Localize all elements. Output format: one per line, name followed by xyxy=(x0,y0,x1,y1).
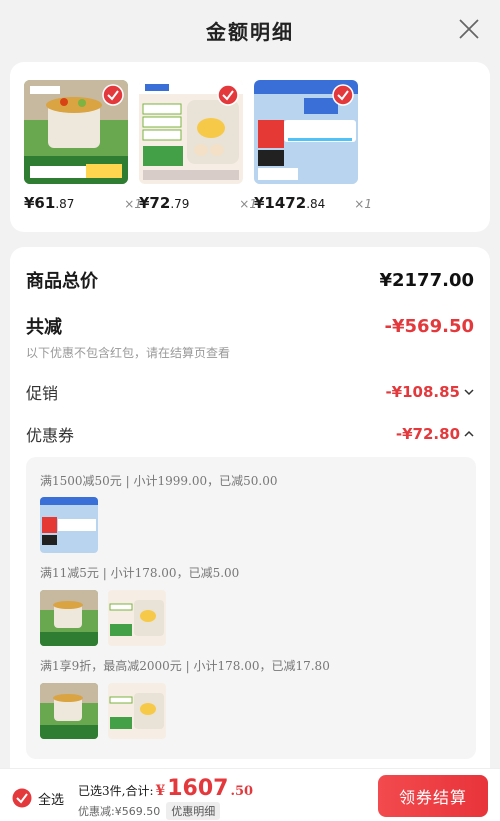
coupon-row[interactable]: 优惠券 -¥72.80 xyxy=(26,422,474,446)
promo-value: -¥108.85 xyxy=(385,383,460,401)
discount-detail-button[interactable]: 优惠明细 xyxy=(166,802,221,820)
total-currency: ¥ xyxy=(155,783,166,799)
product-item[interactable]: ¥72.79 ×1 xyxy=(139,80,257,212)
product-image-rice-cooker xyxy=(24,80,128,184)
close-icon[interactable] xyxy=(458,18,480,40)
discount-row: 共减 -¥569.50 xyxy=(26,313,474,339)
saved-amount: 优惠减:¥569.50 xyxy=(78,805,161,818)
discount-value: -¥569.50 xyxy=(384,315,474,337)
mini-image-egg-steamer xyxy=(108,590,166,646)
chevron-down-icon[interactable] xyxy=(464,388,474,396)
coupon-value: -¥72.80 xyxy=(395,425,460,443)
order-summary: 已选3件,合计: ¥ 1607 .50 优惠减:¥569.50 优惠明细 xyxy=(78,776,253,820)
product-price: ¥61.87 xyxy=(24,194,75,212)
product-item[interactable]: ¥1472.84 ×1 xyxy=(254,80,372,212)
total-label: 商品总价 xyxy=(26,271,98,292)
coupon-label: 优惠券 xyxy=(26,426,75,445)
checked-icon[interactable] xyxy=(217,84,239,106)
amount-details: 商品总价 ¥2177.00 共减 -¥569.50 以下优惠不包含红包，请在结算… xyxy=(10,247,490,787)
checked-icon[interactable] xyxy=(332,84,354,106)
checkout-bar: 全选 已选3件,合计: ¥ 1607 .50 优惠减:¥569.50 优惠明细 … xyxy=(0,768,500,821)
coupon-rule: 满11减5元 | 小计178.00，已减5.00 xyxy=(40,566,240,580)
product-price: ¥1472.84 xyxy=(254,194,326,212)
mini-image-air-conditioner xyxy=(40,497,98,553)
product-list: ¥61.87 ×1 ¥72.79 ×1 ¥1472.84 ×1 xyxy=(10,62,490,232)
total-row: 商品总价 ¥2177.00 xyxy=(26,267,474,293)
product-item[interactable]: ¥61.87 ×1 xyxy=(24,80,142,212)
mini-image-rice-cooker xyxy=(40,590,98,646)
mini-image-rice-cooker xyxy=(40,683,98,739)
modal-title: 金额明细 xyxy=(206,19,294,44)
product-qty: ×1 xyxy=(354,197,372,211)
coupon-rule: 满1享9折，最高减2000元 | 小计178.00，已减17.80 xyxy=(40,659,330,673)
checked-icon[interactable] xyxy=(12,788,32,808)
select-all-label: 全选 xyxy=(38,792,65,808)
total-amount-dec: .50 xyxy=(230,784,254,799)
promo-label: 促销 xyxy=(26,384,59,403)
mini-image-egg-steamer xyxy=(108,683,166,739)
checkout-button[interactable]: 领券结算 xyxy=(378,775,488,817)
selected-count-text: 已选3件,合计: xyxy=(78,784,154,798)
select-all-toggle[interactable]: 全选 xyxy=(12,788,64,808)
total-amount-int: 1607 xyxy=(167,776,229,801)
coupon-breakdown: 满1500减50元 | 小计1999.00，已减50.00 满11减5元 | 小… xyxy=(26,457,476,759)
discount-note: 以下优惠不包含红包，请在结算页查看 xyxy=(26,346,231,360)
total-value: ¥2177.00 xyxy=(379,269,474,291)
product-image-air-conditioner xyxy=(254,80,358,184)
coupon-rule: 满1500减50元 | 小计1999.00，已减50.00 xyxy=(40,474,278,488)
product-price: ¥72.79 xyxy=(139,194,190,212)
product-image-egg-steamer xyxy=(139,80,243,184)
modal-header: 金额明细 xyxy=(0,0,500,60)
chevron-up-icon[interactable] xyxy=(464,430,474,438)
discount-label: 共减 xyxy=(26,317,62,338)
checked-icon[interactable] xyxy=(102,84,124,106)
promo-row[interactable]: 促销 -¥108.85 xyxy=(26,380,474,404)
